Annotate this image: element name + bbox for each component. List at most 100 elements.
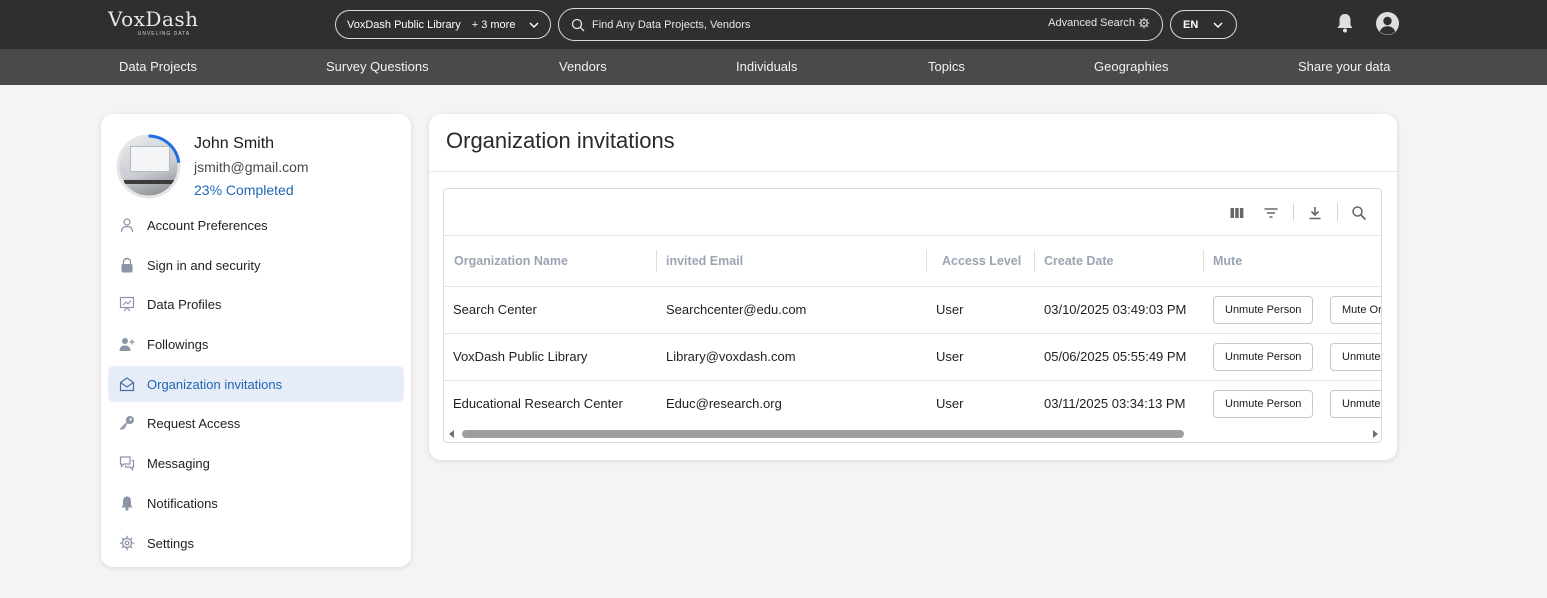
presentation-chart-icon: [119, 297, 135, 312]
sidebar-item-label: Organization invitations: [147, 376, 283, 392]
logo-text: VoxDash: [108, 7, 199, 31]
nav-share-your-data[interactable]: Share your data: [1298, 59, 1391, 74]
scroll-right-arrow-icon[interactable]: [1373, 430, 1378, 438]
person-icon: [120, 218, 134, 233]
cell-email: Library@voxdash.com: [666, 349, 796, 364]
chat-bubbles-icon: [119, 456, 135, 472]
user-name: John Smith: [194, 135, 275, 152]
sidebar-item-request-access[interactable]: Request Access: [108, 405, 404, 441]
cell-access-level: User: [936, 302, 964, 317]
sidebar-item-notifications[interactable]: Notifications: [108, 485, 404, 521]
sidebar-item-messaging[interactable]: Messaging: [108, 445, 404, 481]
key-icon: [119, 416, 134, 431]
cell-email: Educ@research.org: [666, 396, 782, 411]
profile-progress-ring: [116, 134, 181, 199]
unmute-organization-button[interactable]: Unmute: [1330, 343, 1381, 371]
column-header-email[interactable]: invited Email: [666, 254, 743, 268]
column-header-access-level[interactable]: Access Level: [942, 254, 1021, 268]
horizontal-scrollbar[interactable]: [444, 426, 1381, 442]
logo-tagline: UNVELING DATA: [108, 31, 220, 37]
nav-topics[interactable]: Topics: [928, 59, 965, 74]
column-divider[interactable]: [1203, 250, 1204, 272]
sidebar-item-label: Request Access: [147, 416, 241, 432]
search-input[interactable]: [592, 16, 992, 34]
user-email: jsmith@gmail.com: [194, 159, 309, 175]
download-icon[interactable]: [1307, 205, 1323, 221]
cell-organization: Educational Research Center: [453, 396, 623, 411]
chevron-down-icon: [529, 22, 539, 28]
global-search: Advanced Search: [558, 8, 1163, 41]
profile-completion: 23% Completed: [194, 182, 294, 198]
library-more-count: + 3 more: [471, 18, 516, 31]
cell-access-level: User: [936, 396, 964, 411]
envelope-open-icon: [119, 377, 135, 391]
unmute-person-button[interactable]: Unmute Person: [1213, 390, 1314, 418]
nav-survey-questions[interactable]: Survey Questions: [326, 59, 429, 74]
invitations-card: Organization invitations Organization Na…: [429, 114, 1397, 460]
sidebar-item-label: Sign in and security: [147, 257, 261, 273]
cell-organization: VoxDash Public Library: [453, 349, 588, 364]
sidebar-item-data-profiles[interactable]: Data Profiles: [108, 286, 404, 322]
scroll-left-arrow-icon[interactable]: [449, 430, 454, 438]
sidebar-item-label: Data Profiles: [147, 297, 222, 313]
toolbar-divider: [1293, 203, 1294, 221]
column-header-mute[interactable]: Mute: [1213, 254, 1242, 268]
unmute-person-button[interactable]: Unmute Person: [1213, 343, 1314, 371]
unmute-organization-button[interactable]: Unmute: [1330, 390, 1381, 418]
column-divider[interactable]: [926, 250, 927, 272]
table-row: Educational Research Center Educ@researc…: [444, 381, 1381, 428]
cell-create-date: 03/10/2025 03:49:03 PM: [1044, 302, 1187, 317]
library-selector[interactable]: VoxDash Public Library + 3 more: [335, 10, 551, 39]
column-header-organization[interactable]: Organization Name: [454, 254, 568, 268]
nav-geographies[interactable]: Geographies: [1094, 59, 1168, 74]
advanced-search-link[interactable]: Advanced Search: [1048, 17, 1150, 29]
user-circle-icon[interactable]: [1375, 11, 1400, 36]
search-icon: [571, 18, 585, 32]
nav-data-projects[interactable]: Data Projects: [119, 59, 197, 74]
sidebar-item-label: Settings: [147, 535, 194, 551]
title-divider: [429, 171, 1397, 172]
sidebar-item-label: Followings: [147, 337, 209, 353]
sidebar-item-settings[interactable]: Settings: [108, 525, 404, 561]
person-plus-icon: [119, 338, 135, 352]
filter-icon[interactable]: [1263, 205, 1279, 221]
lock-icon: [121, 257, 133, 273]
search-icon[interactable]: [1351, 205, 1367, 221]
nav-vendors[interactable]: Vendors: [559, 59, 607, 74]
sidebar-item-sign-in-security[interactable]: Sign in and security: [108, 247, 404, 283]
unmute-person-button[interactable]: Unmute Person: [1213, 296, 1314, 324]
invitations-table: Organization Name invited Email Access L…: [443, 188, 1382, 443]
column-header-create-date[interactable]: Create Date: [1044, 254, 1113, 268]
settings-search-icon: [1138, 17, 1150, 29]
table-row: Search Center Searchcenter@edu.com User …: [444, 287, 1381, 334]
library-selected: VoxDash Public Library: [347, 18, 461, 31]
settings-menu: Account Preferences Sign in and security…: [108, 207, 404, 564]
cell-create-date: 03/11/2025 03:34:13 PM: [1044, 396, 1186, 411]
scroll-track[interactable]: [460, 429, 1366, 439]
cell-email: Searchcenter@edu.com: [666, 302, 807, 317]
bell-icon: [121, 496, 133, 511]
gear-icon: [119, 535, 135, 550]
sidebar-item-label: Account Preferences: [147, 218, 268, 233]
columns-icon[interactable]: [1229, 205, 1245, 221]
voxdash-logo[interactable]: VoxDash UNVELING DATA: [108, 8, 220, 40]
column-divider[interactable]: [1034, 250, 1035, 272]
advanced-search-label: Advanced Search: [1048, 17, 1135, 29]
sidebar-item-followings[interactable]: Followings: [108, 326, 404, 362]
toolbar-divider: [1337, 203, 1338, 221]
column-divider[interactable]: [656, 250, 657, 272]
page-title: Organization invitations: [446, 128, 675, 153]
bell-icon[interactable]: [1335, 12, 1355, 34]
sidebar-item-organization-invitations[interactable]: Organization invitations: [108, 365, 404, 402]
top-bar: VoxDash UNVELING DATA VoxDash Public Lib…: [0, 0, 1547, 49]
language-selector[interactable]: EN: [1170, 10, 1237, 39]
cell-organization: Search Center: [453, 302, 537, 317]
sidebar-item-account-preferences[interactable]: Account Preferences: [108, 207, 404, 243]
main-nav: Data Projects Survey Questions Vendors I…: [0, 49, 1547, 85]
scroll-thumb[interactable]: [462, 430, 1184, 438]
table-toolbar: [444, 189, 1381, 236]
sidebar-item-label: Notifications: [147, 495, 218, 511]
nav-individuals[interactable]: Individuals: [736, 59, 797, 74]
table-row: VoxDash Public Library Library@voxdash.c…: [444, 334, 1381, 381]
mute-organization-button[interactable]: Mute Or: [1330, 296, 1381, 324]
